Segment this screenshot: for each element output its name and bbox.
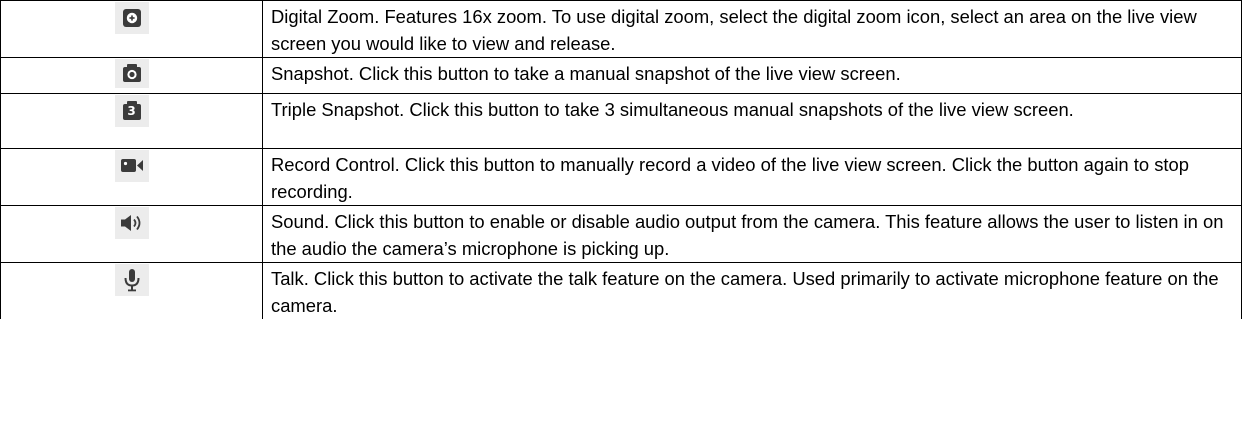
digital-zoom-icon — [114, 2, 149, 34]
description-cell: Record Control. Click this button to man… — [262, 148, 1242, 206]
triple-snapshot-label: 3 — [127, 104, 136, 118]
speaker-icon — [114, 207, 149, 239]
microphone-icon — [114, 264, 149, 296]
table-row: Snapshot. Click this button to take a ma… — [0, 57, 1242, 94]
table-row: Record Control. Click this button to man… — [0, 148, 1242, 206]
description-cell: Talk. Click this button to activate the … — [262, 262, 1242, 319]
description-cell: Triple Snapshot. Click this button to ta… — [262, 93, 1242, 149]
icon-cell — [0, 0, 263, 58]
table-row: 3 Triple Snapshot. Click this button to … — [0, 93, 1242, 149]
icon-cell: 3 — [0, 93, 263, 149]
description-cell: Digital Zoom. Features 16x zoom. To use … — [262, 0, 1242, 58]
feature-table: Digital Zoom. Features 16x zoom. To use … — [0, 0, 1242, 319]
video-camera-icon — [114, 150, 149, 182]
table-row: Digital Zoom. Features 16x zoom. To use … — [0, 0, 1242, 58]
camera-icon — [114, 59, 149, 88]
description-cell: Sound. Click this button to enable or di… — [262, 205, 1242, 263]
icon-cell — [0, 148, 263, 206]
table-row: Sound. Click this button to enable or di… — [0, 205, 1242, 263]
description-cell: Snapshot. Click this button to take a ma… — [262, 57, 1242, 94]
icon-cell — [0, 57, 263, 94]
triple-snapshot-icon: 3 — [114, 95, 149, 127]
table-row: Talk. Click this button to activate the … — [0, 262, 1242, 319]
icon-cell — [0, 205, 263, 263]
icon-cell — [0, 262, 263, 319]
